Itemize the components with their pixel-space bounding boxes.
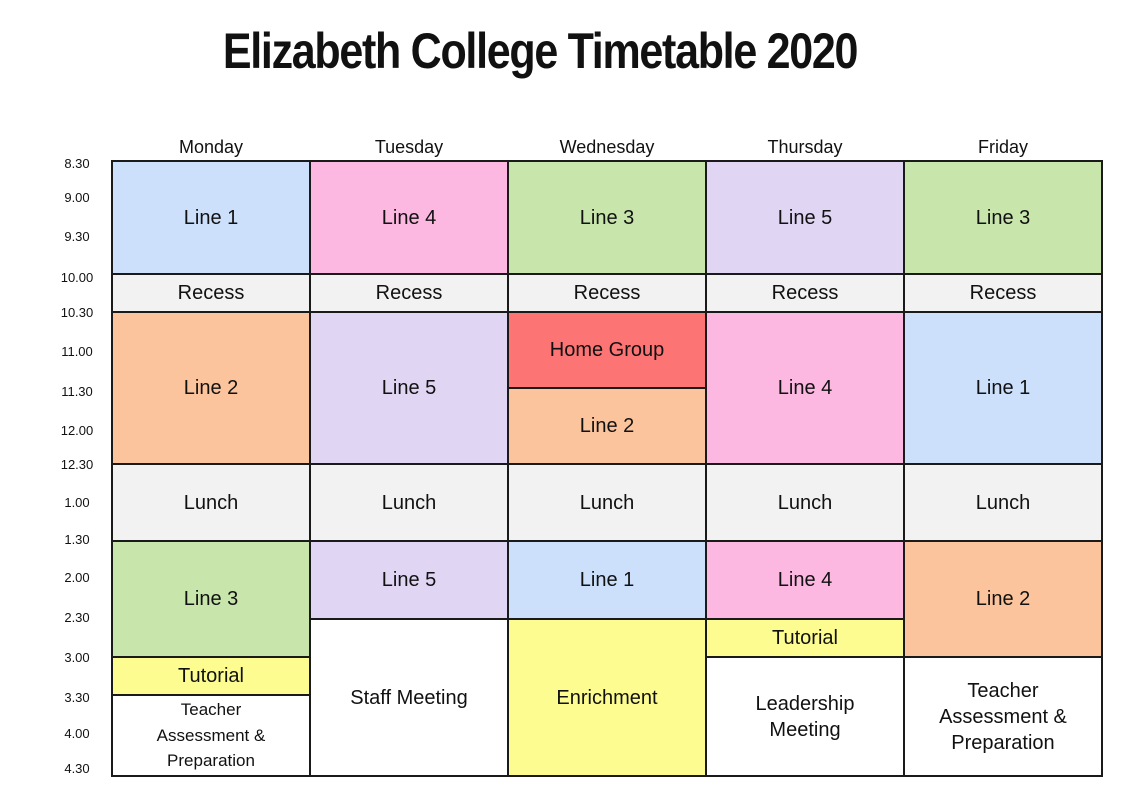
time-label: 9.00 [64,190,90,205]
schedule-cell-wednesday: Home Group [507,311,707,389]
schedule-cell-thursday: Tutorial [705,618,905,658]
schedule-cell-wednesday: Line 2 [507,387,707,465]
schedule-cell-friday: Recess [903,273,1103,313]
schedule-cell-friday: Line 3 [903,160,1103,275]
schedule-cell-monday: Lunch [111,463,311,542]
schedule-cell-tuesday: Lunch [309,463,509,542]
time-label: 8.30 [64,156,90,171]
schedule-cell-thursday: Line 4 [705,540,905,620]
schedule-cell-tuesday: Staff Meeting [309,618,509,777]
schedule-cell-wednesday: Line 1 [507,540,707,620]
schedule-cell-friday: Teacher Assessment & Preparation [903,656,1103,777]
page-title: Elizabeth College Timetable 2020 [222,23,859,79]
time-label: 2.30 [64,610,90,625]
schedule-cell-friday: Lunch [903,463,1103,542]
day-header-friday: Friday [977,137,1028,157]
schedule-cell-wednesday: Lunch [507,463,707,542]
time-label: 1.30 [64,532,90,547]
schedule-cell-thursday: Leadership Meeting [705,656,905,777]
time-label: 11.00 [61,344,93,359]
time-label: 11.30 [61,384,93,399]
time-label: 3.00 [64,650,90,665]
day-header-tuesday: Tuesday [374,137,444,157]
schedule-cell-wednesday: Recess [507,273,707,313]
schedule-cell-monday: Line 2 [111,311,311,465]
schedule-cell-monday: Recess [111,273,311,313]
day-header-thursday: Thursday [767,137,843,157]
schedule-cell-friday: Line 2 [903,540,1103,658]
time-label: 2.00 [64,570,90,585]
time-label: 10.30 [60,305,94,320]
schedule-cell-wednesday: Line 3 [507,160,707,275]
schedule-cell-thursday: Recess [705,273,905,313]
day-header-wednesday: Wednesday [559,137,655,157]
schedule-cell-monday: Line 3 [111,540,311,658]
schedule-cell-friday: Line 1 [903,311,1103,465]
time-label: 10.00 [60,270,94,285]
time-label: 4.00 [64,726,90,741]
time-label: 12.30 [60,457,94,472]
schedule-cell-tuesday: Recess [309,273,509,313]
time-label: 3.30 [64,690,90,705]
time-label: 4.30 [64,761,90,776]
schedule-cell-tuesday: Line 4 [309,160,509,275]
schedule-cell-monday: Teacher Assessment & Preparation [111,694,311,777]
schedule-cell-thursday: Lunch [705,463,905,542]
time-label: 9.30 [64,229,90,244]
schedule-cell-thursday: Line 4 [705,311,905,465]
day-header-monday: Monday [178,137,244,157]
schedule-cell-monday: Tutorial [111,656,311,696]
schedule-cell-wednesday: Enrichment [507,618,707,777]
schedule-cell-monday: Line 1 [111,160,311,275]
schedule-cell-thursday: Line 5 [705,160,905,275]
schedule-cell-tuesday: Line 5 [309,311,509,465]
schedule-cell-tuesday: Line 5 [309,540,509,620]
time-label: 1.00 [64,495,90,510]
time-label: 12.00 [60,423,94,438]
